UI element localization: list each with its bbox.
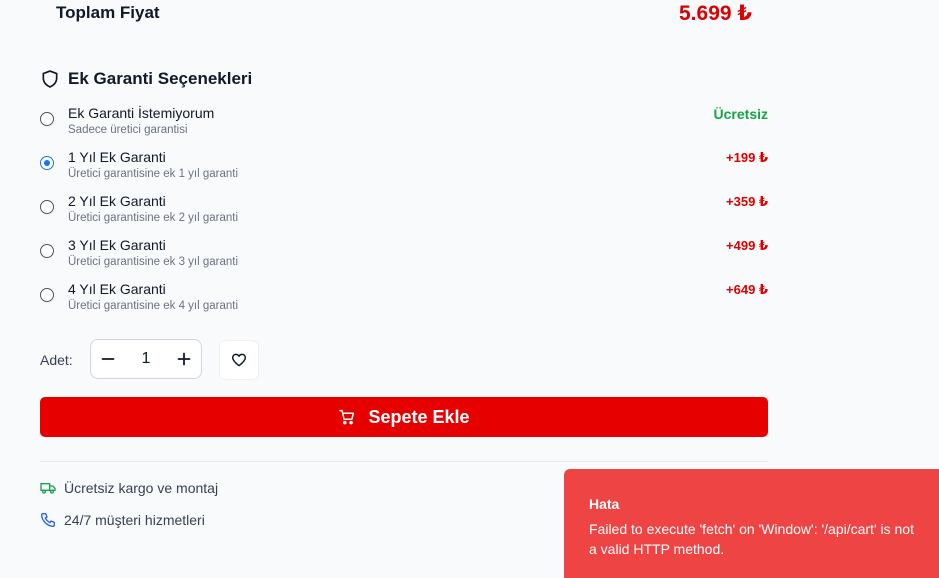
total-price-row: Toplam Fiyat 5.699 ₺	[56, 0, 768, 28]
warranty-radio-none[interactable]	[40, 112, 54, 126]
warranty-option-subtitle: Sadece üretici garantisi	[68, 124, 188, 136]
warranty-option-price: +359 ₺	[726, 194, 768, 209]
warranty-radio-2-year[interactable]	[40, 200, 54, 214]
cart-icon	[339, 409, 355, 425]
heart-icon	[231, 353, 247, 367]
warranty-option-title: 2 Yıl Ek Garanti	[68, 193, 166, 209]
warranty-option-subtitle: Üretici garantisine ek 2 yıl garanti	[68, 212, 239, 224]
error-toast[interactable]: Hata Failed to execute 'fetch' on 'Windo…	[564, 469, 939, 578]
warranty-radio-4-year[interactable]	[40, 288, 54, 302]
warranty-option-1-year[interactable]: 1 Yıl Ek Garanti Üretici garantisine ek …	[40, 149, 768, 189]
warranty-option-price: Ücretsiz	[713, 106, 768, 122]
warranty-option-none[interactable]: Ek Garanti İstemiyorum Sadece üretici ga…	[40, 105, 768, 145]
warranty-radio-1-year[interactable]	[40, 156, 54, 170]
warranty-option-title: 1 Yıl Ek Garanti	[68, 149, 166, 165]
warranty-option-2-year[interactable]: 2 Yıl Ek Garanti Üretici garantisine ek …	[40, 193, 768, 233]
warranty-option-title: 3 Yıl Ek Garanti	[68, 237, 166, 253]
toast-message: Failed to execute 'fetch' on 'Window': '…	[589, 521, 914, 557]
shield-icon	[42, 70, 58, 88]
total-price-label: Toplam Fiyat	[56, 3, 160, 22]
warranty-section-title: Ek Garanti Seçenekleri	[40, 68, 252, 90]
feature-text: Ücretsiz kargo ve montaj	[64, 480, 219, 496]
warranty-title-text: Ek Garanti Seçenekleri	[68, 69, 253, 88]
warranty-option-subtitle: Üretici garantisine ek 1 yıl garanti	[68, 168, 239, 180]
quantity-label: Adet:	[40, 352, 73, 368]
truck-icon	[40, 483, 56, 494]
toast-title: Hata	[589, 496, 620, 512]
plus-icon[interactable]	[174, 349, 194, 369]
warranty-option-subtitle: Üretici garantisine ek 4 yıl garanti	[68, 300, 239, 312]
warranty-option-3-year[interactable]: 3 Yıl Ek Garanti Üretici garantisine ek …	[40, 237, 768, 277]
favorite-button[interactable]	[220, 341, 258, 379]
warranty-option-4-year[interactable]: 4 Yıl Ek Garanti Üretici garantisine ek …	[40, 281, 768, 321]
warranty-option-title: 4 Yıl Ek Garanti	[68, 281, 166, 297]
warranty-option-price: +499 ₺	[726, 238, 768, 253]
add-to-cart-button[interactable]: Sepete Ekle	[40, 397, 768, 437]
quantity-stepper: 1	[90, 339, 202, 379]
phone-icon	[41, 513, 55, 527]
warranty-option-title: Ek Garanti İstemiyorum	[68, 105, 215, 121]
feature-customer-service: 24/7 müşteri hizmetleri	[40, 510, 205, 530]
feature-free-shipping: Ücretsiz kargo ve montaj	[40, 478, 218, 498]
total-price-value: 5.699 ₺	[679, 2, 752, 25]
warranty-option-price: +649 ₺	[726, 282, 768, 297]
warranty-option-price: +199 ₺	[726, 150, 768, 165]
add-to-cart-label: Sepete Ekle	[368, 406, 470, 427]
warranty-option-subtitle: Üretici garantisine ek 3 yıl garanti	[68, 256, 239, 268]
feature-text: 24/7 müşteri hizmetleri	[64, 512, 205, 528]
section-divider	[40, 461, 768, 462]
warranty-radio-3-year[interactable]	[40, 244, 54, 258]
